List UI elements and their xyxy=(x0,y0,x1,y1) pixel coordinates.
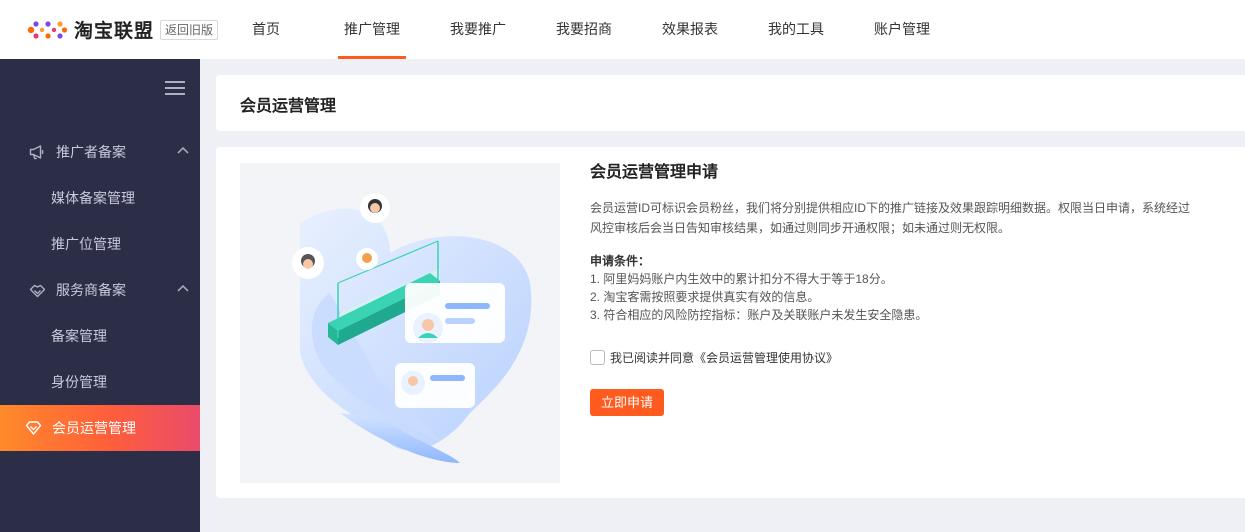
nav-promote[interactable]: 我要推广 xyxy=(444,0,512,59)
nav-account-management[interactable]: 账户管理 xyxy=(868,0,936,59)
nav-merchant-recruit[interactable]: 我要招商 xyxy=(550,0,618,59)
sidebar-item-label: 会员运营管理 xyxy=(52,420,136,436)
logo-icon xyxy=(27,20,68,39)
sidebar-group-label: 推广者备案 xyxy=(56,144,126,160)
sidebar-item-filing-management[interactable]: 备案管理 xyxy=(0,313,200,359)
nav-reports[interactable]: 效果报表 xyxy=(656,0,724,59)
sidebar-group-label: 服务商备案 xyxy=(56,282,126,298)
heart-diamond-icon xyxy=(25,421,42,435)
application-heading: 会员运营管理申请 xyxy=(590,164,719,181)
logo-text: 淘宝联盟 xyxy=(74,21,155,42)
condition-item: 1. 阿里妈妈账户内生效中的累计扣分不得大于等于18分。 xyxy=(590,272,893,286)
top-header: 淘宝联盟 返回旧版 首页 推广管理 我要推广 我要招商 效果报表 我的工具 账户… xyxy=(0,0,1245,59)
condition-item: 2. 淘宝客需按照要求提供真实有效的信息。 xyxy=(590,290,820,304)
logo[interactable]: 淘宝联盟 xyxy=(26,0,154,59)
sidebar-group-promoter-filing[interactable]: 推广者备案 xyxy=(0,129,200,175)
application-card: 会员运营管理申请 会员运营ID可标识会员粉丝，我们将分别提供相应ID下的推广链接… xyxy=(216,147,1245,498)
nav-promotion-management[interactable]: 推广管理 xyxy=(338,0,407,59)
application-info: 会员运营管理申请 会员运营ID可标识会员粉丝，我们将分别提供相应ID下的推广链接… xyxy=(590,163,1230,416)
chevron-up-icon[interactable] xyxy=(177,146,189,154)
member-operation-illustration xyxy=(240,163,560,483)
page-title: 会员运营管理 xyxy=(240,98,337,115)
condition-item: 3. 符合相应的风险防控指标：账户及关联账户未发生安全隐患。 xyxy=(590,308,928,322)
sidebar-item-member-operation[interactable]: 会员运营管理 xyxy=(0,405,200,451)
conditions-title: 申请条件： xyxy=(590,254,651,268)
menu-toggle-icon[interactable] xyxy=(165,81,185,95)
sidebar-group-provider-filing[interactable]: 服务商备案 xyxy=(0,267,200,313)
nav-my-tools[interactable]: 我的工具 xyxy=(762,0,830,59)
agreement-text[interactable]: 我已阅读并同意《会员运营管理使用协议》 xyxy=(610,349,838,366)
chevron-up-icon[interactable] xyxy=(177,284,189,292)
top-nav: 首页 推广管理 我要推广 我要招商 效果报表 我的工具 账户管理 xyxy=(240,0,936,59)
application-description: 会员运营ID可标识会员粉丝，我们将分别提供相应ID下的推广链接及效果跟踪明细数据… xyxy=(590,201,1191,235)
sidebar-item-adzone-management[interactable]: 推广位管理 xyxy=(0,221,200,267)
page-title-card: 会员运营管理 xyxy=(216,75,1245,131)
illustration-graphic xyxy=(292,193,532,463)
handshake-icon xyxy=(29,284,46,298)
sidebar: 推广者备案 媒体备案管理 推广位管理 服务商备案 备案管理 身份管理 会员运营管… xyxy=(0,59,200,532)
agreement-row: 我已阅读并同意《会员运营管理使用协议》 xyxy=(590,349,1230,366)
apply-now-button[interactable]: 立即申请 xyxy=(590,389,664,416)
return-old-version-button[interactable]: 返回旧版 xyxy=(160,19,219,40)
sidebar-item-identity-management[interactable]: 身份管理 xyxy=(0,359,200,405)
agreement-checkbox[interactable] xyxy=(590,350,605,365)
nav-home[interactable]: 首页 xyxy=(246,0,286,59)
sidebar-item-media-filing[interactable]: 媒体备案管理 xyxy=(0,175,200,221)
megaphone-icon xyxy=(29,145,44,160)
